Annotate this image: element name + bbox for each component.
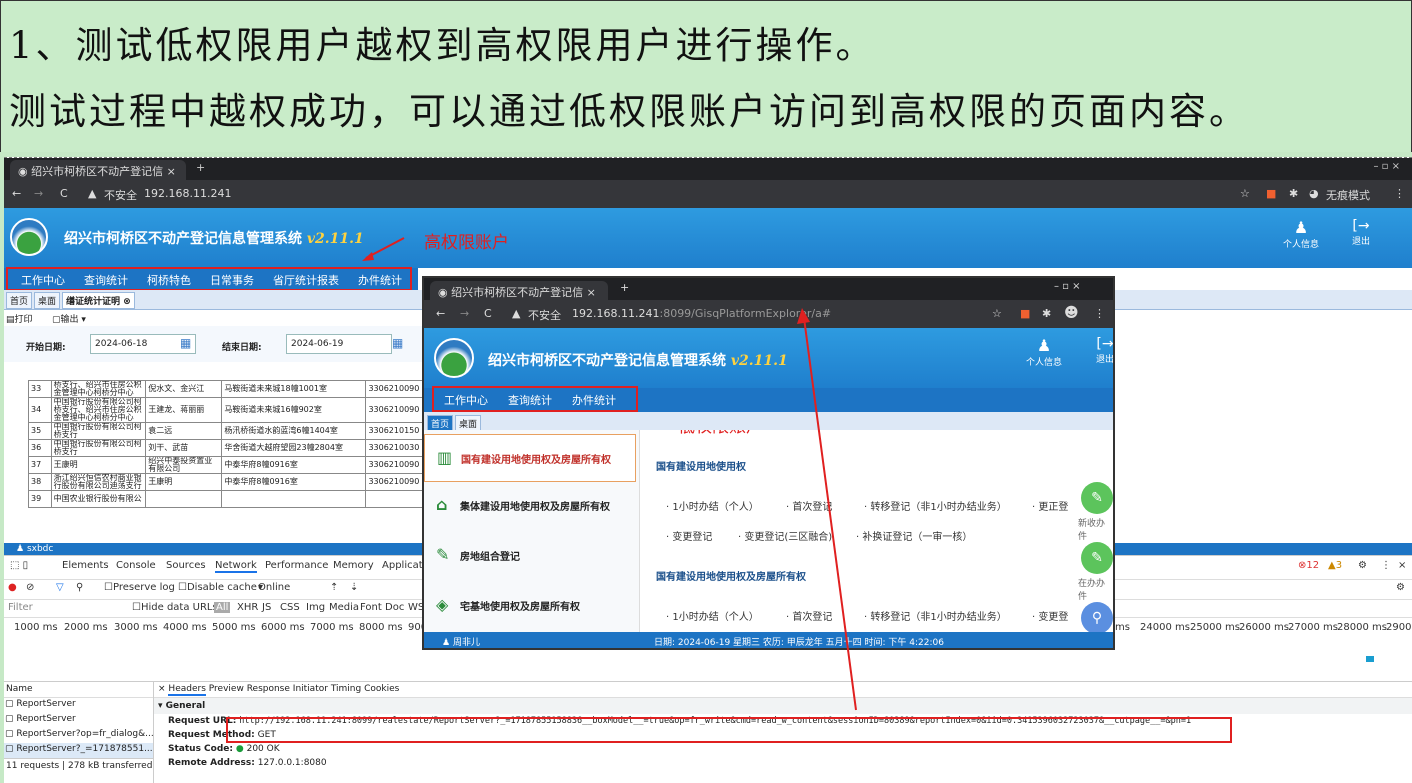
slide-line-2: 测试过程中越权成功，可以通过低权限账户访问到高权限的页面内容。 <box>9 90 1249 133</box>
annotation-arrow-long <box>797 308 857 711</box>
slide-line-1: 1、测试低权限用户越权到高权限用户进行操作。 <box>9 24 876 67</box>
slide-title-area: 1、测试低权限用户越权到高权限用户进行操作。 测试过程中越权成功，可以通过低权限… <box>0 0 1412 152</box>
embedded-screenshot: ◉ 绍兴市柯桥区不动产登记信 × + – ▫ × ← → C ▲ 不安全 192… <box>4 157 1412 783</box>
